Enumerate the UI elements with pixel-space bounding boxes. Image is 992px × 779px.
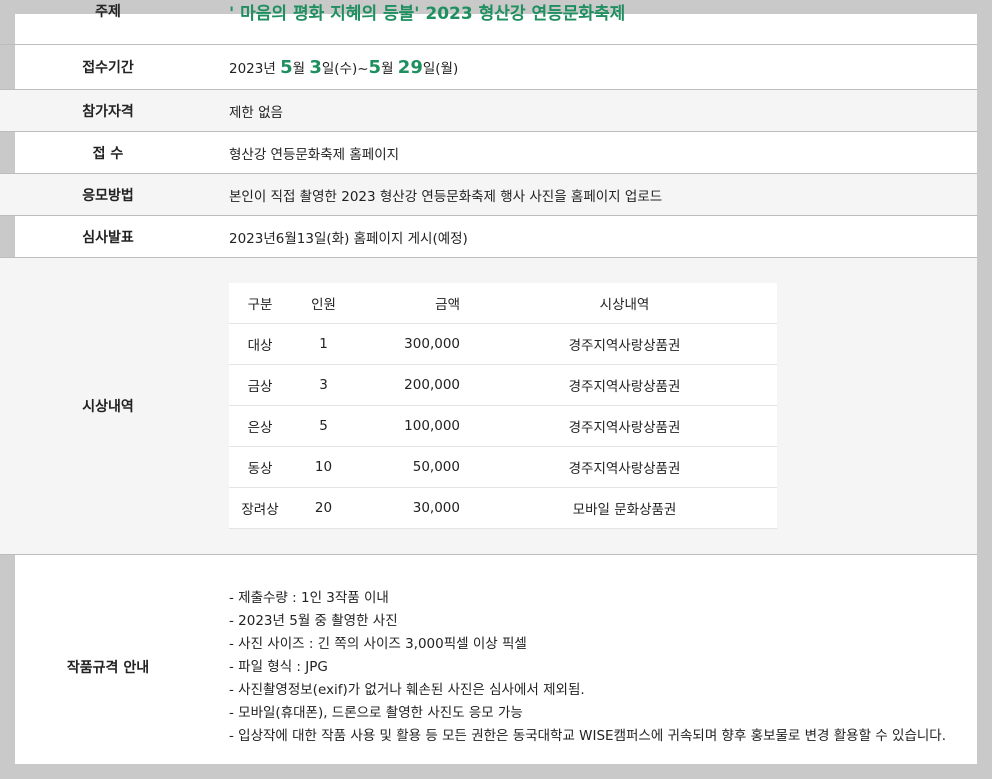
method-label: 응모방법	[82, 187, 134, 204]
award-count: 5	[291, 405, 356, 447]
awards-header-cell: 금액	[356, 283, 472, 324]
award-amount: 30,000	[356, 487, 472, 529]
submission-value: 형산강 연등문화축제 홈페이지	[229, 146, 400, 163]
spec-item: - 제출수량 : 1인 3작품 이내	[229, 589, 389, 606]
award-count: 1	[291, 323, 356, 365]
method-value: 본인이 직접 촬영한 2023 형산강 연등문화축제 행사 사진을 홈페이지 업…	[229, 188, 663, 205]
awards-header-row: 구분 인원 금액 시상내역	[229, 283, 777, 324]
award-amount: 50,000	[356, 446, 472, 488]
info-table: 주제 ' 마음의 평화 지혜의 등불' 2023 형산강 연등문화축제 접수기간…	[0, 0, 977, 779]
spec-item: - 모바일(휴대폰), 드론으로 촬영한 사진도 응모 가능	[229, 704, 523, 721]
period-month-unit: 월	[292, 60, 310, 77]
awards-row: 대상 1 300,000 경주지역사랑상품권	[229, 323, 777, 365]
row-subject: 주제 ' 마음의 평화 지혜의 등불' 2023 형산강 연등문화축제	[0, 0, 977, 45]
row-submission: 접 수 형산강 연등문화축제 홈페이지	[0, 132, 977, 174]
period-month-unit-2: 월	[381, 60, 398, 77]
award-amount: 300,000	[356, 323, 472, 365]
announcement-value: 2023년6월13일(화) 홈페이지 게시(예정)	[229, 230, 468, 247]
submission-label: 접 수	[92, 145, 124, 162]
award-grade: 대상	[229, 323, 291, 365]
award-prize: 경주지역사랑상품권	[472, 405, 777, 447]
row-announcement: 심사발표 2023년6월13일(화) 홈페이지 게시(예정)	[0, 216, 977, 258]
row-eligibility: 참가자격 제한 없음	[0, 90, 977, 132]
specs-list: - 제출수량 : 1인 3작품 이내 - 2023년 5월 중 촬영한 사진 -…	[229, 587, 946, 748]
spec-item: - 2023년 5월 중 촬영한 사진	[229, 612, 398, 629]
period-value: 2023년 5월 3일(수)~5월 29일(월)	[216, 57, 458, 78]
award-amount: 200,000	[356, 364, 472, 406]
row-awards: 시상내역 구분 인원 금액 시상내역 대상 1 300,000 경주지역사랑상품…	[0, 258, 977, 555]
period-end-day: 29	[397, 56, 423, 78]
award-amount: 100,000	[356, 405, 472, 447]
awards-table: 구분 인원 금액 시상내역 대상 1 300,000 경주지역사랑상품권 금상 …	[229, 283, 777, 529]
spec-item: - 입상작에 대한 작품 사용 및 활용 등 모든 권한은 동국대학교 WISE…	[229, 727, 946, 744]
row-specs: 작품규격 안내 - 제출수량 : 1인 3작품 이내 - 2023년 5월 중 …	[0, 555, 977, 779]
period-end-month: 5	[368, 56, 382, 78]
eligibility-label: 참가자격	[82, 103, 134, 120]
specs-value: - 제출수량 : 1인 3작품 이내 - 2023년 5월 중 촬영한 사진 -…	[216, 587, 946, 748]
award-count: 10	[291, 446, 356, 488]
award-count: 20	[291, 487, 356, 529]
period-start-month: 5	[280, 56, 293, 78]
period-year: 2023년	[229, 60, 281, 77]
period-start-day: 3	[309, 56, 322, 78]
award-grade: 금상	[229, 364, 291, 406]
awards-table-wrap: 구분 인원 금액 시상내역 대상 1 300,000 경주지역사랑상품권 금상 …	[216, 283, 777, 529]
award-grade: 동상	[229, 446, 291, 488]
awards-header-cell: 구분	[229, 283, 291, 324]
period-label: 접수기간	[82, 60, 134, 76]
eligibility-value: 제한 없음	[229, 104, 283, 121]
spec-item: - 사진 사이즈 : 긴 쪽의 사이즈 3,000픽셀 이상 픽셀	[229, 635, 527, 652]
subject-value: ' 마음의 평화 지혜의 등불' 2023 형산강 연등문화축제	[229, 3, 626, 24]
awards-row: 동상 10 50,000 경주지역사랑상품권	[229, 446, 777, 488]
row-period: 접수기간 2023년 5월 3일(수)~5월 29일(월)	[0, 45, 977, 90]
announcement-label: 심사발표	[82, 229, 134, 246]
award-count: 3	[291, 364, 356, 406]
awards-header-cell: 시상내역	[472, 283, 777, 324]
award-grade: 장려상	[229, 487, 291, 529]
award-prize: 모바일 문화상품권	[472, 487, 777, 529]
award-prize: 경주지역사랑상품권	[472, 323, 777, 365]
spec-item: - 파일 형식 : JPG	[229, 658, 328, 675]
spec-item: - 사진촬영정보(exif)가 없거나 훼손된 사진은 심사에서 제외됨.	[229, 681, 585, 698]
awards-row: 금상 3 200,000 경주지역사랑상품권	[229, 364, 777, 406]
subject-label: 주제	[95, 4, 121, 20]
awards-header-cell: 인원	[291, 283, 356, 324]
award-prize: 경주지역사랑상품권	[472, 364, 777, 406]
specs-label: 작품규격 안내	[66, 660, 150, 676]
award-prize: 경주지역사랑상품권	[472, 446, 777, 488]
awards-row: 장려상 20 30,000 모바일 문화상품권	[229, 487, 777, 529]
row-method: 응모방법 본인이 직접 촬영한 2023 형산강 연등문화축제 행사 사진을 홈…	[0, 174, 977, 216]
period-end-suffix: 일(월)	[422, 60, 459, 77]
award-grade: 은상	[229, 405, 291, 447]
period-start-suffix: 일(수)~	[321, 60, 369, 77]
awards-label: 시상내역	[82, 399, 134, 415]
page-frame: 주제 ' 마음의 평화 지혜의 등불' 2023 형산강 연등문화축제 접수기간…	[0, 0, 992, 779]
awards-row: 은상 5 100,000 경주지역사랑상품권	[229, 405, 777, 447]
